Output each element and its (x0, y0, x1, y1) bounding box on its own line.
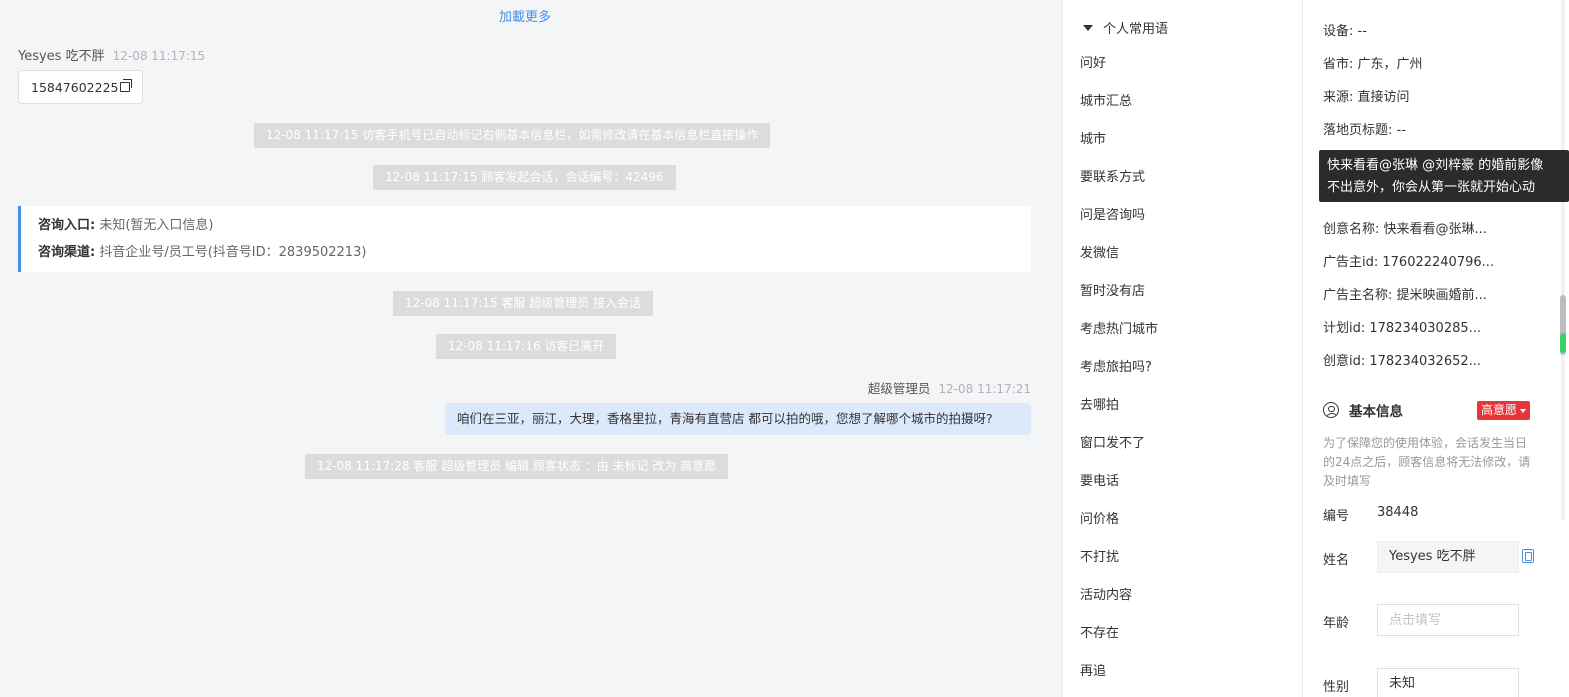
gender-field[interactable]: 未知 (1377, 668, 1519, 697)
system-message: 12-08 11:17:15 顾客发起会话，会话编号：42496 (373, 165, 676, 190)
age-label: 年龄 (1323, 616, 1350, 631)
phrase-item[interactable]: 考虑旅拍吗? (1080, 349, 1158, 387)
device-row: 设备: -- (1323, 24, 1367, 39)
phrase-item[interactable]: 城市 (1080, 121, 1158, 159)
caret-down-icon (1520, 408, 1527, 413)
consult-channel-label: 咨询渠道: (38, 245, 96, 260)
caret-down-icon (1083, 24, 1093, 31)
id-label: 编号 (1323, 509, 1350, 524)
phrase-item[interactable]: 暂时没有店 (1080, 273, 1158, 311)
consult-entry-value: 未知(暂无入口信息) (99, 218, 214, 233)
phrase-item[interactable]: 去哪拍 (1080, 387, 1158, 425)
copy-icon[interactable] (1522, 549, 1534, 563)
agent-message-header: 超级管理员 12-08 11:17:21 (868, 378, 1031, 397)
phrase-item[interactable]: 要联系方式 (1080, 159, 1158, 197)
landing-page-row: 落地页标题: -- (1323, 123, 1406, 138)
creative-id-row[interactable]: 创意id: 178234032652... (1323, 350, 1481, 369)
source-row: 来源: 直接访问 (1323, 90, 1410, 105)
gender-label: 性别 (1323, 680, 1350, 695)
plan-id-row[interactable]: 计划id: 178234030285... (1323, 317, 1481, 336)
customer-info-pane: 设备: -- 省市: 广东，广州 来源: 直接访问 落地页标题: -- 快来看看… (1302, 0, 1569, 697)
user-icon (1323, 402, 1339, 418)
section-title: 基本信息 (1349, 404, 1403, 420)
scrollbar-track (1561, 0, 1565, 520)
edit-notice: 为了保障您的使用体验，会话发生当日的24点之后，顾客信息将无法修改，请及时填写 (1323, 436, 1531, 488)
agent-name: 超级管理员 (867, 381, 931, 396)
id-value: 38448 (1377, 505, 1419, 520)
phrase-item[interactable]: 窗口发不了 (1080, 425, 1158, 463)
tooltip-line: 不出意外，你会从第一张就开始心动 (1327, 180, 1536, 195)
phrase-item[interactable]: 发微信 (1080, 235, 1158, 273)
phrases-group-toggle[interactable]: 个人常用语 (1083, 18, 1168, 37)
phrase-item[interactable]: 不打扰 (1080, 539, 1158, 577)
phrase-item[interactable]: 问价格 (1080, 501, 1158, 539)
system-message: 12-08 11:17:15 访客手机号已自动标记右侧基本信息栏，如需修改请在基… (254, 123, 771, 148)
tooltip-line: 快来看看@张琳 @刘梓豪 的婚前影像 (1327, 158, 1544, 173)
load-more-link[interactable]: 加載更多 (0, 6, 1050, 25)
phrase-item[interactable]: 城市汇总 (1080, 83, 1158, 121)
phrases-list: 问好 城市汇总 城市 要联系方式 问是咨询吗 发微信 暂时没有店 考虑热门城市 考虑旅拍吗? 去哪… (1080, 45, 1158, 691)
intent-status-dropdown[interactable]: 高意愿 (1477, 401, 1531, 420)
creative-name-tooltip: 快来看看@张琳 @刘梓豪 的婚前影像 不出意外，你会从第一张就开始心动 (1319, 150, 1569, 202)
chat-pane: 加載更多 Yesyes 吃不胖 12-08 11:17:15 1584760222… (0, 0, 1062, 697)
system-message: 12-08 11:17:28 客服 超级管理员 编辑 顾客状态 ：由 未标记 改… (305, 454, 729, 479)
phrase-item[interactable]: 活动内容 (1080, 577, 1158, 615)
basic-info-header: 基本信息 (1323, 400, 1403, 420)
creative-name-row[interactable]: 创意名称: 快来看看@张琳... (1323, 218, 1487, 237)
system-message: 12-08 11:17:16 访客已离开 (436, 334, 617, 359)
phrase-item[interactable]: 再追 (1080, 653, 1158, 691)
phrases-group-title: 个人常用语 (1103, 22, 1169, 37)
age-input[interactable] (1377, 604, 1519, 636)
consult-channel-value: 抖音企业号/员工号(抖音号ID：2839502213) (99, 245, 367, 260)
message-time: 12-08 11:17:15 (112, 49, 206, 63)
scroll-indicator (1560, 333, 1566, 353)
system-message: 12-08 11:17:15 客服 超级管理员 接入会话 (393, 291, 654, 316)
consult-entry-label: 咨询入口: (38, 218, 96, 233)
phrase-item[interactable]: 要电话 (1080, 463, 1158, 501)
province-row: 省市: 广东，广州 (1323, 57, 1423, 72)
agent-message-bubble: 咱们在三亚，丽江，大理，香格里拉，青海有直营店 都可以拍的哦，您想了解哪个城市的… (445, 403, 1031, 435)
advertiser-id-row[interactable]: 广告主id: 176022240796... (1323, 251, 1494, 270)
phrase-item[interactable]: 问是咨询吗 (1080, 197, 1158, 235)
phrases-pane: 个人常用语 问好 城市汇总 城市 要联系方式 问是咨询吗 发微信 暂时没有店 考虑热门城市 考虑… (1062, 0, 1302, 697)
visitor-message-header: Yesyes 吃不胖 12-08 11:17:15 (18, 45, 205, 64)
phone-number: 15847602225 (31, 79, 119, 95)
copy-icon[interactable] (120, 79, 133, 92)
name-field[interactable]: Yesyes 吃不胖 (1377, 541, 1519, 573)
phrase-item[interactable]: 不存在 (1080, 615, 1158, 653)
advertiser-name-row[interactable]: 广告主名称: 提米映画婚前... (1323, 284, 1487, 303)
phrase-item[interactable]: 问好 (1080, 45, 1158, 83)
visitor-name: Yesyes 吃不胖 (18, 49, 105, 64)
visitor-phone-bubble[interactable]: 15847602225 (18, 70, 144, 104)
message-time: 12-08 11:17:21 (938, 382, 1031, 396)
name-label: 姓名 (1323, 553, 1350, 568)
consult-info-card: 咨询入口: 未知(暂无入口信息) 咨询渠道: 抖音企业号/员工号(抖音号ID：2… (18, 206, 1031, 272)
intent-status-label: 高意愿 (1481, 403, 1518, 417)
phrase-item[interactable]: 考虑热门城市 (1080, 311, 1158, 349)
